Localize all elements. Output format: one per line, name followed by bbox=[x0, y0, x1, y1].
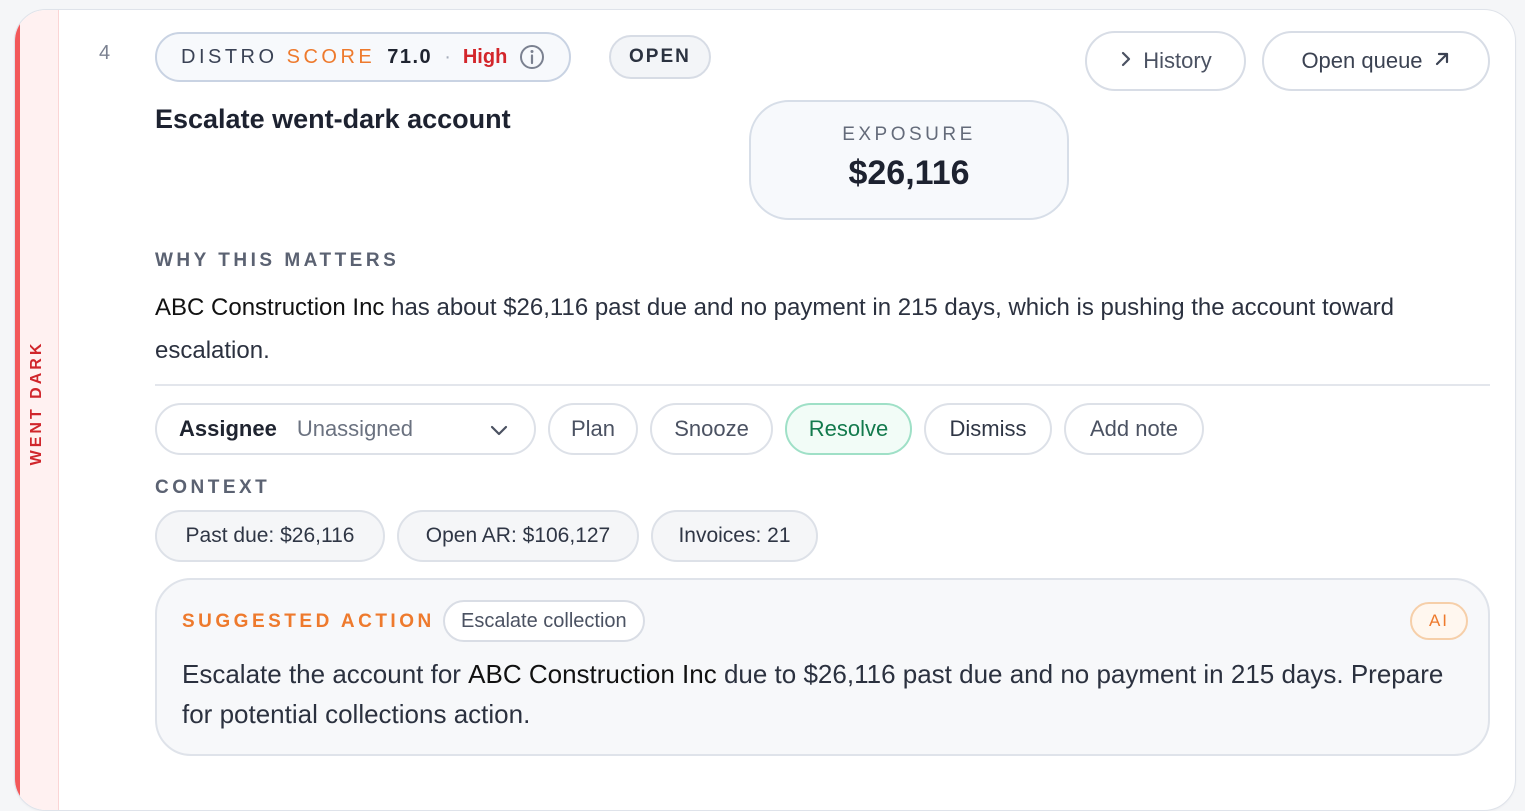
insight-title: Escalate went-dark account bbox=[155, 104, 511, 134]
suggested-company-name: ABC Construction Inc bbox=[468, 659, 717, 689]
score-label: DISTRO SCORE bbox=[181, 45, 376, 68]
plan-button[interactable]: Plan bbox=[548, 403, 638, 455]
dismiss-button[interactable]: Dismiss bbox=[924, 403, 1052, 455]
info-circle-icon[interactable] bbox=[519, 44, 545, 70]
why-label: WHY THIS MATTERS bbox=[155, 250, 400, 271]
assignee-value: Unassigned bbox=[296, 416, 414, 441]
suggested-action-panel: SUGGESTED ACTION Escalate collection AI … bbox=[155, 578, 1490, 756]
context-chip-open-ar: Open AR: $106,127 bbox=[397, 510, 639, 562]
suggested-action-text: Escalate the account for ABC Constructio… bbox=[182, 659, 1444, 729]
score-value: 71.0 bbox=[387, 45, 433, 68]
divider bbox=[155, 384, 1490, 386]
chevron-right-icon bbox=[1119, 48, 1133, 74]
score-separator: · bbox=[444, 45, 451, 68]
context-chip-invoices: Invoices: 21 bbox=[651, 510, 818, 562]
category-label: WENT DARK bbox=[28, 340, 45, 466]
score-level: High bbox=[462, 45, 508, 68]
add-note-button[interactable]: Add note bbox=[1064, 403, 1204, 455]
exposure-value: $26,116 bbox=[848, 154, 970, 192]
rank-number: 4 bbox=[99, 42, 111, 64]
context-label: CONTEXT bbox=[155, 477, 271, 498]
ai-badge: AI bbox=[1410, 602, 1468, 640]
open-queue-button[interactable]: Open queue bbox=[1262, 31, 1490, 91]
company-name: ABC Construction Inc bbox=[155, 294, 385, 321]
status-badge: OPEN bbox=[609, 35, 711, 79]
category-rail: WENT DARK bbox=[15, 10, 59, 810]
exposure-label: EXPOSURE bbox=[842, 124, 976, 145]
suggested-action-label: SUGGESTED ACTION bbox=[182, 611, 435, 632]
snooze-button[interactable]: Snooze bbox=[650, 403, 773, 455]
chevron-down-icon bbox=[488, 419, 510, 441]
exposure-card: EXPOSURE $26,116 bbox=[749, 100, 1069, 220]
assignee-label: Assignee bbox=[179, 416, 277, 441]
score-pill: DISTRO SCORE 71.0 · High bbox=[155, 32, 572, 82]
resolve-button[interactable]: Resolve bbox=[785, 403, 912, 455]
arrow-up-right-icon bbox=[1433, 48, 1451, 74]
history-label: History bbox=[1143, 48, 1212, 73]
context-chip-past-due: Past due: $26,116 bbox=[155, 510, 385, 562]
history-button[interactable]: History bbox=[1085, 31, 1246, 91]
insight-card: WENT DARK 4 DISTRO SCORE 71.0 · High OPE… bbox=[14, 9, 1516, 811]
open-queue-label: Open queue bbox=[1301, 48, 1423, 73]
suggested-action-tag: Escalate collection bbox=[443, 600, 645, 642]
category-rail-bar bbox=[15, 10, 20, 810]
assignee-select[interactable]: Assignee Unassigned bbox=[155, 403, 536, 455]
why-text: ABC Construction Inc has about $26,116 p… bbox=[155, 294, 1395, 364]
